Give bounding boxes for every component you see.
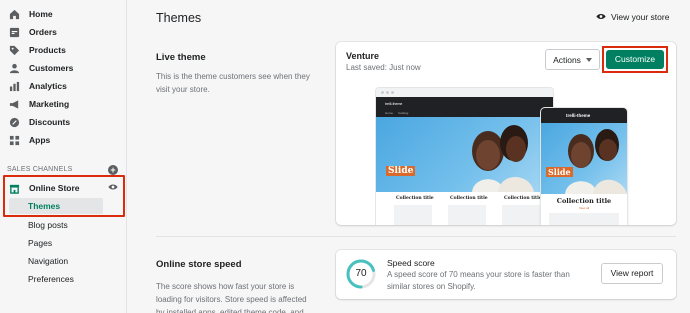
preview-collections: Collection title Collection title Collec… (376, 192, 553, 225)
preview-nav-link: Home (385, 111, 394, 115)
view-store-label: View your store (611, 12, 670, 22)
collection-title: Collection title (504, 196, 542, 201)
store-icon (9, 183, 20, 194)
sidebar-item-label: Online Store (29, 183, 80, 193)
view-all-link: View all (578, 206, 590, 210)
sales-channels-heading: SALES CHANNELS (7, 166, 73, 173)
section-divider (156, 236, 676, 237)
sidebar-subitem-blog-posts[interactable]: Blog posts (28, 220, 68, 230)
home-icon (9, 9, 20, 20)
sidebar-item-label: Apps (29, 135, 51, 145)
preview-nav-link: Catalog (398, 111, 409, 115)
customize-button[interactable]: Customize (606, 50, 664, 69)
hero-illustration (565, 129, 627, 194)
eye-icon (596, 12, 611, 22)
collection-title: Collection title (396, 196, 434, 201)
collection-title: Collection title (450, 196, 488, 201)
sidebar-item-marketing[interactable]: Marketing (9, 96, 69, 112)
actions-button[interactable]: Actions (545, 49, 600, 70)
page-title: Themes (156, 11, 202, 25)
sidebar-item-home[interactable]: Home (9, 6, 53, 22)
view-store-link[interactable]: View your store (596, 12, 669, 22)
speed-description: The score shows how fast your store is l… (156, 282, 307, 313)
sidebar-item-label: Products (29, 45, 66, 55)
sidebar-item-discounts[interactable]: Discounts (9, 114, 70, 130)
preview-logo: trelli-theme (385, 102, 403, 106)
theme-name: Venture (346, 51, 380, 61)
sidebar-item-analytics[interactable]: Analytics (9, 78, 67, 94)
speed-score-value: 70 (355, 268, 367, 279)
sidebar-item-products[interactable]: Products (9, 42, 66, 58)
live-theme-heading: Live theme (156, 52, 206, 63)
desktop-preview: trelli-theme Home Catalog Slide Collecti… (376, 88, 553, 225)
preview-slide-label: Slide (546, 167, 573, 177)
caret-down-icon (585, 57, 592, 62)
collection-image (549, 213, 619, 225)
sidebar-item-label: Home (29, 9, 53, 19)
tag-icon (9, 45, 20, 56)
preview-nav: trelli-theme (541, 108, 627, 123)
preview-hero-image: Slide (376, 117, 553, 192)
plus-icon: + (110, 165, 116, 175)
collection-title: Collection title (556, 197, 612, 205)
browser-dot (386, 91, 389, 94)
sidebar-item-label: Analytics (29, 81, 67, 91)
sidebar-item-label: Marketing (29, 99, 70, 109)
eye-icon[interactable] (108, 183, 118, 191)
sidebar-item-label: Customers (29, 63, 74, 73)
sidebar-item-label: Discounts (29, 117, 71, 127)
apps-icon (9, 135, 20, 146)
view-report-button[interactable]: View report (601, 263, 663, 284)
preview-logo: trelli-theme (566, 113, 591, 118)
collection-image (448, 205, 486, 225)
actions-label: Actions (553, 54, 581, 65)
browser-bar (376, 88, 553, 97)
speed-card: 70 Speed score A speed score of 70 means… (336, 250, 676, 299)
mobile-preview: trelli-theme Slide Collection title View… (541, 108, 627, 225)
sidebar-item-orders[interactable]: Orders (9, 24, 57, 40)
preview-slide-label: Slide (386, 166, 416, 176)
sidebar-subitem-pages[interactable]: Pages (28, 238, 52, 248)
preview-hero-image: Slide (541, 123, 627, 194)
hero-illustration (472, 125, 534, 192)
collection-image (394, 205, 432, 225)
person-icon (9, 63, 20, 74)
add-channel-button[interactable]: + (108, 165, 118, 175)
collection-image (502, 205, 540, 225)
speed-score-title: Speed score (387, 258, 435, 268)
browser-dot (391, 91, 394, 94)
sidebar-item-online-store[interactable]: Online Store (9, 181, 80, 195)
live-theme-description: This is the theme customers see when the… (156, 72, 310, 94)
bar-chart-icon (9, 81, 20, 92)
sidebar-item-label: Orders (29, 27, 57, 37)
sidebar-subitem-themes[interactable]: Themes (9, 198, 103, 214)
live-theme-card: Venture Last saved: Just now Actions Cus… (336, 42, 676, 225)
sidebar-subitem-navigation[interactable]: Navigation (28, 256, 68, 266)
browser-dot (381, 91, 384, 94)
sidebar-subitem-preferences[interactable]: Preferences (28, 274, 74, 284)
orders-icon (9, 27, 20, 38)
theme-last-saved: Last saved: Just now (346, 63, 421, 72)
megaphone-icon (9, 99, 20, 110)
preview-nav: trelli-theme Home Catalog (376, 97, 553, 117)
discount-icon (9, 117, 20, 128)
sidebar-item-customers[interactable]: Customers (9, 60, 73, 76)
speed-heading: Online store speed (156, 259, 242, 270)
sidebar-item-apps[interactable]: Apps (9, 132, 50, 148)
speed-score-text: A speed score of 70 means your store is … (387, 270, 570, 291)
sidebar: Home Orders Products Customers Analytics… (0, 0, 127, 313)
